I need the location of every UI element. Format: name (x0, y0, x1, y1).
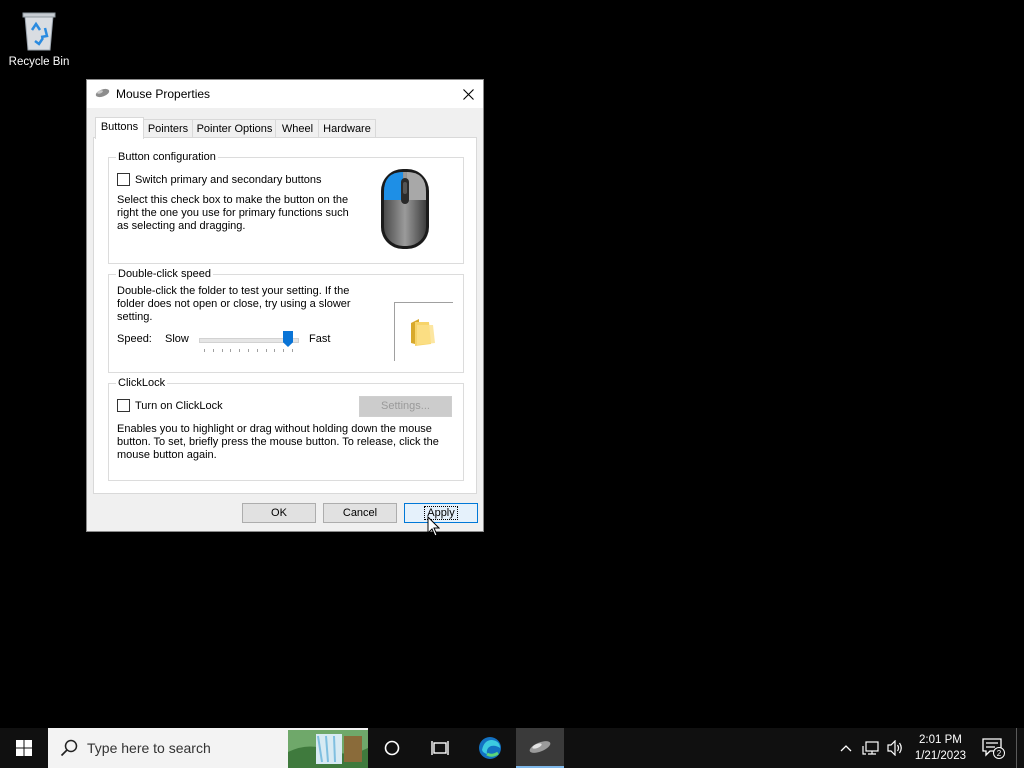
fast-label: Fast (309, 333, 331, 345)
tab-pointers[interactable]: Pointers (142, 119, 194, 138)
ok-button[interactable]: OK (242, 503, 316, 523)
tab-pointer-options[interactable]: Pointer Options (192, 119, 277, 138)
mouse-properties-taskbar-button[interactable] (516, 728, 564, 768)
clicklock-legend: ClickLock (116, 377, 168, 389)
slider-tick (204, 349, 205, 352)
slider-tick (266, 349, 267, 352)
clicklock-description: Enables you to highlight or drag without… (117, 423, 439, 461)
mouse-icon (529, 741, 551, 753)
speed-label: Speed: (117, 333, 152, 345)
folder-icon (411, 319, 435, 346)
taskbar-clock[interactable]: 2:01 PM 1/21/2023 (915, 732, 966, 764)
action-center-button[interactable]: 2 (978, 728, 1008, 768)
buttons-tab-page: Button configuration Switch primary and … (93, 137, 477, 494)
double-click-description: Double-click the folder to test your set… (117, 285, 351, 323)
recycle-bin-shortcut[interactable]: Recycle Bin (6, 8, 72, 68)
switch-buttons-checkbox[interactable]: Switch primary and secondary buttons (117, 173, 321, 186)
task-view-button[interactable] (416, 728, 464, 768)
taskbar: Type here to search 2:01 PM 1/21/2023 2 (0, 728, 1024, 768)
recycle-bin-label: Recycle Bin (8, 56, 70, 68)
search-placeholder: Type here to search (87, 740, 211, 756)
dialog-title: Mouse Properties (116, 87, 211, 101)
chevron-up-icon (840, 745, 852, 752)
windows-logo-icon (16, 740, 32, 756)
close-icon (462, 88, 474, 100)
slider-tick (230, 349, 231, 352)
slider-tick (222, 349, 223, 352)
tab-hardware[interactable]: Hardware (318, 119, 376, 138)
clicklock-group: ClickLock Turn on ClickLock Settings... … (108, 377, 464, 481)
tab-buttons[interactable]: Buttons (95, 117, 144, 139)
button-configuration-group: Button configuration Switch primary and … (108, 151, 464, 264)
notification-icon: 2 (982, 738, 1005, 759)
speaker-icon (887, 740, 902, 756)
switch-buttons-label: Switch primary and secondary buttons (135, 173, 322, 186)
checkbox-box[interactable] (117, 399, 130, 412)
clicklock-label: Turn on ClickLock (135, 399, 223, 412)
clicklock-checkbox[interactable]: Turn on ClickLock (117, 399, 223, 412)
button-configuration-legend: Button configuration (116, 151, 218, 163)
slider-tick (274, 349, 275, 352)
apply-button[interactable]: Apply (404, 503, 478, 523)
slider-tick (213, 349, 214, 352)
clicklock-settings-button[interactable]: Settings... (359, 396, 452, 417)
cancel-button[interactable]: Cancel (323, 503, 397, 523)
checkbox-box[interactable] (117, 173, 130, 186)
recycle-bin-icon (22, 12, 56, 51)
mouse-illustration-icon (381, 169, 429, 249)
search-icon (60, 739, 78, 757)
double-click-speed-slider[interactable] (199, 331, 299, 361)
button-config-description: Select this check box to make the button… (117, 194, 349, 232)
volume-tray-button[interactable] (884, 728, 906, 768)
clock-date: 1/21/2023 (914, 750, 966, 762)
show-desktop-button[interactable] (1016, 728, 1024, 768)
clock-time: 2:01 PM (919, 734, 962, 746)
double-click-speed-group: Double-click speed Double-click the fold… (108, 268, 464, 373)
slider-tick (292, 349, 293, 352)
network-icon (862, 741, 879, 755)
slider-tick (257, 349, 258, 352)
task-view-icon (431, 741, 449, 755)
search-highlight-image-icon (288, 730, 368, 768)
cortana-circle-icon (384, 740, 400, 756)
slider-tick (239, 349, 240, 352)
double-click-test-area[interactable] (394, 302, 453, 361)
network-tray-button[interactable] (860, 728, 882, 768)
slider-tick (248, 349, 249, 352)
taskbar-search-box[interactable]: Type here to search (48, 728, 368, 768)
start-button[interactable] (0, 728, 48, 768)
slider-thumb[interactable] (283, 331, 293, 347)
slow-label: Slow (165, 333, 189, 345)
tab-wheel[interactable]: Wheel (275, 119, 320, 138)
cortana-button[interactable] (368, 728, 416, 768)
edge-browser-icon (479, 737, 501, 759)
edge-taskbar-button[interactable] (466, 728, 514, 768)
mouse-cursor-icon (427, 516, 440, 537)
title-bar[interactable]: Mouse Properties (87, 80, 483, 108)
show-hidden-icons-button[interactable] (836, 728, 856, 768)
mouse-icon (95, 88, 110, 98)
mouse-properties-dialog: Mouse Properties Buttons Pointers Pointe… (86, 79, 484, 532)
close-button[interactable] (453, 80, 483, 108)
slider-tick (283, 349, 284, 352)
double-click-speed-legend: Double-click speed (116, 268, 213, 280)
notification-count: 2 (997, 749, 1002, 758)
